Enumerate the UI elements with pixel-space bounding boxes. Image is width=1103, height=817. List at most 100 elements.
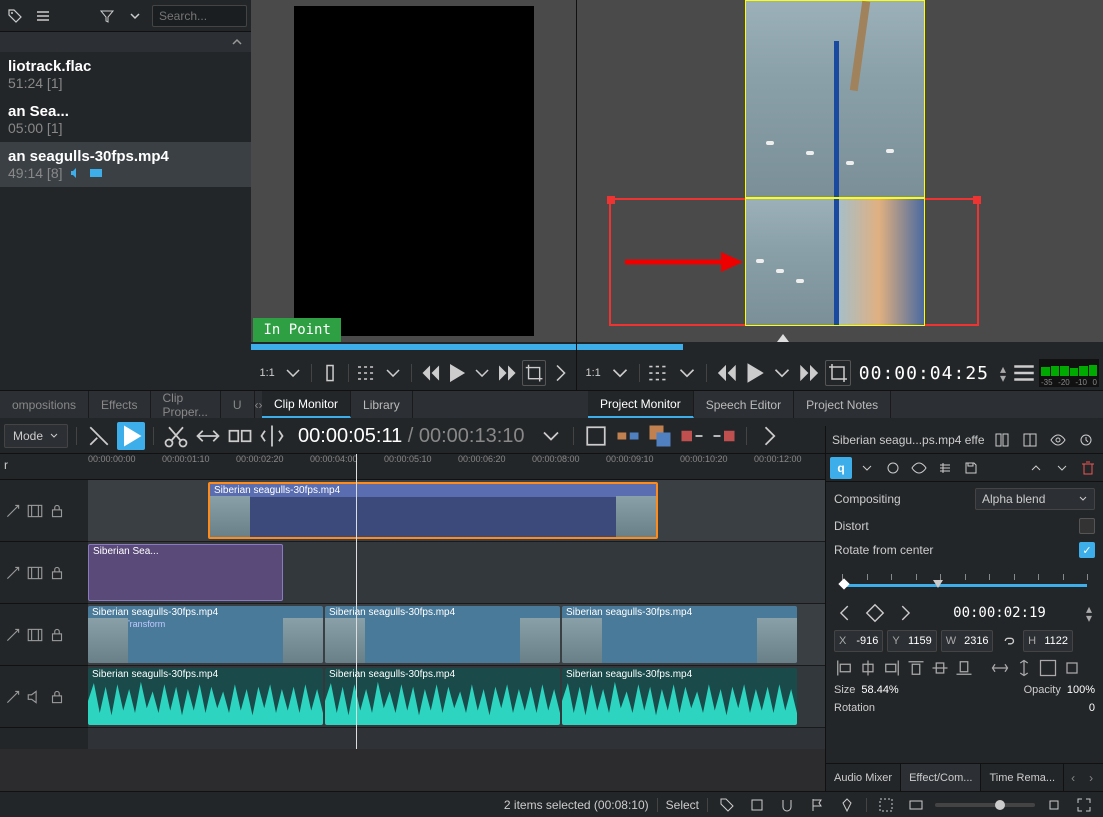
menu-icon[interactable] — [1011, 360, 1037, 386]
zoom-label[interactable]: 1:1 — [255, 367, 278, 379]
tab-audio-mixer[interactable]: Audio Mixer — [826, 764, 901, 791]
eye-icon[interactable] — [908, 457, 930, 479]
track-header-v1[interactable] — [0, 604, 88, 666]
tab-project-notes[interactable]: Project Notes — [794, 391, 891, 418]
tab-effect-compositions[interactable]: Effect/Com... — [901, 764, 981, 791]
color-tag-icon[interactable] — [746, 794, 768, 816]
play-icon[interactable] — [741, 360, 767, 386]
project-timecode[interactable]: 00:00:04:25 — [853, 363, 995, 384]
lock-icon[interactable] — [48, 502, 66, 520]
chevron-down-icon[interactable] — [537, 422, 565, 450]
fit-zoom-icon[interactable] — [875, 794, 897, 816]
timeline-clip[interactable]: Siberian seagulls-30fps.mp4 Fade in/Tran… — [88, 606, 323, 663]
split-icon[interactable] — [991, 429, 1013, 451]
rewind-icon[interactable] — [418, 360, 442, 386]
save-icon[interactable] — [960, 457, 982, 479]
keyframe-slider[interactable] — [834, 566, 1095, 596]
effects-icon[interactable] — [4, 564, 22, 582]
original-size-icon[interactable] — [1062, 658, 1082, 678]
align-right-icon[interactable] — [882, 658, 902, 678]
deinterlace-icon[interactable] — [355, 360, 379, 386]
project-monitor-view[interactable] — [577, 0, 1103, 342]
x-field[interactable]: X-916 — [834, 630, 883, 652]
align-top-icon[interactable] — [906, 658, 926, 678]
rotation-value[interactable]: 0 — [1089, 702, 1095, 714]
align-left-icon[interactable] — [834, 658, 854, 678]
effects-icon[interactable] — [4, 688, 22, 706]
chevron-down-icon[interactable] — [674, 360, 700, 386]
effects-icon[interactable] — [4, 502, 22, 520]
chevron-down-icon[interactable] — [470, 360, 494, 386]
tab-scroll-right[interactable]: › — [1082, 764, 1100, 791]
crop-icon[interactable] — [522, 360, 546, 386]
edit-mode-select[interactable]: Mode — [4, 424, 68, 448]
delete-icon[interactable] — [1077, 457, 1099, 479]
selection-tool-icon[interactable] — [117, 422, 145, 450]
tab-compositions[interactable]: ompositions — [0, 391, 89, 418]
timecode-spinner[interactable]: ▴▾ — [997, 364, 1009, 382]
next-keyframe-icon[interactable] — [894, 602, 916, 624]
tab-library[interactable]: Library — [351, 391, 413, 418]
film-icon[interactable] — [26, 564, 44, 582]
cut-icon[interactable] — [162, 422, 190, 450]
film-icon[interactable] — [26, 502, 44, 520]
in-point-icon[interactable] — [318, 360, 342, 386]
keyframe-timecode[interactable]: 00:00:02:19 — [924, 605, 1075, 621]
keyframe-icon[interactable] — [882, 457, 904, 479]
w-field[interactable]: W2316 — [941, 630, 993, 652]
ripple-icon[interactable] — [226, 422, 254, 450]
favorite-icon[interactable] — [582, 422, 610, 450]
move-down-icon[interactable] — [1051, 457, 1073, 479]
chevron-down-icon[interactable] — [381, 360, 405, 386]
transform-bbox[interactable] — [745, 0, 925, 198]
chevron-down-icon[interactable] — [124, 5, 146, 27]
tab-clip-monitor[interactable]: Clip Monitor — [262, 391, 351, 418]
fit-both-icon[interactable] — [1038, 658, 1058, 678]
menu-icon[interactable] — [32, 5, 54, 27]
align-vcenter-icon[interactable] — [930, 658, 950, 678]
h-field[interactable]: H1122 — [1023, 630, 1073, 652]
track-header-v2[interactable] — [0, 542, 88, 604]
chevron-right-icon[interactable] — [548, 360, 572, 386]
tab-scroll-left[interactable]: ‹ — [1064, 764, 1082, 791]
zoom-label[interactable]: 1:1 — [581, 367, 604, 379]
filter-icon[interactable] — [96, 5, 118, 27]
compositing-select[interactable]: Alpha blend — [975, 488, 1095, 510]
deinterlace-icon[interactable] — [646, 360, 672, 386]
fullscreen-icon[interactable] — [1073, 794, 1095, 816]
chevron-down-icon[interactable] — [607, 360, 633, 386]
project-monitor-ruler[interactable] — [577, 344, 682, 350]
forward-icon[interactable] — [496, 360, 520, 386]
timeline-position[interactable]: 00:00:05:11 / 00:00:13:10 — [290, 423, 533, 448]
size-value[interactable]: 58.44% — [861, 684, 898, 696]
zoom-slider[interactable] — [935, 803, 1035, 807]
play-icon[interactable] — [444, 360, 468, 386]
playhead[interactable] — [356, 454, 357, 749]
chevron-down-icon[interactable] — [769, 360, 795, 386]
track-header-a1[interactable] — [0, 666, 88, 728]
transform-bbox-2[interactable] — [745, 198, 925, 326]
distort-checkbox[interactable] — [1079, 518, 1095, 534]
collapse-icon[interactable] — [0, 32, 251, 52]
link-icon[interactable] — [997, 630, 1019, 652]
bin-item[interactable]: an Sea... 05:00 [1] — [0, 97, 251, 142]
fit-width-icon[interactable] — [990, 658, 1010, 678]
timecode-spinner[interactable]: ▴▾ — [1083, 604, 1095, 622]
search-input[interactable] — [152, 5, 247, 27]
tab-time-remap[interactable]: Time Rema... — [981, 764, 1064, 791]
lock-icon[interactable] — [48, 626, 66, 644]
zoom-in-icon[interactable] — [1043, 794, 1065, 816]
timeline-clip[interactable]: Siberian seagulls-30fps.mp4 — [562, 606, 797, 663]
compare-icon[interactable] — [1019, 429, 1041, 451]
align-hcenter-icon[interactable] — [858, 658, 878, 678]
tab-speech-editor[interactable]: Speech Editor — [694, 391, 794, 418]
timeline-clip[interactable]: Siberian seagulls-30fps.mp4 — [325, 668, 560, 725]
crop-icon[interactable] — [825, 360, 851, 386]
timeline-clip[interactable]: Siberian Sea... — [88, 544, 283, 601]
timeline-clip[interactable]: Siberian seagulls-30fps.mp4 — [208, 482, 658, 539]
lock-icon[interactable] — [48, 564, 66, 582]
y-field[interactable]: Y1159 — [887, 630, 936, 652]
clip-monitor-ruler[interactable] — [251, 344, 576, 350]
tab-clip-properties[interactable]: Clip Proper... — [151, 391, 221, 418]
insert-icon[interactable] — [258, 422, 286, 450]
